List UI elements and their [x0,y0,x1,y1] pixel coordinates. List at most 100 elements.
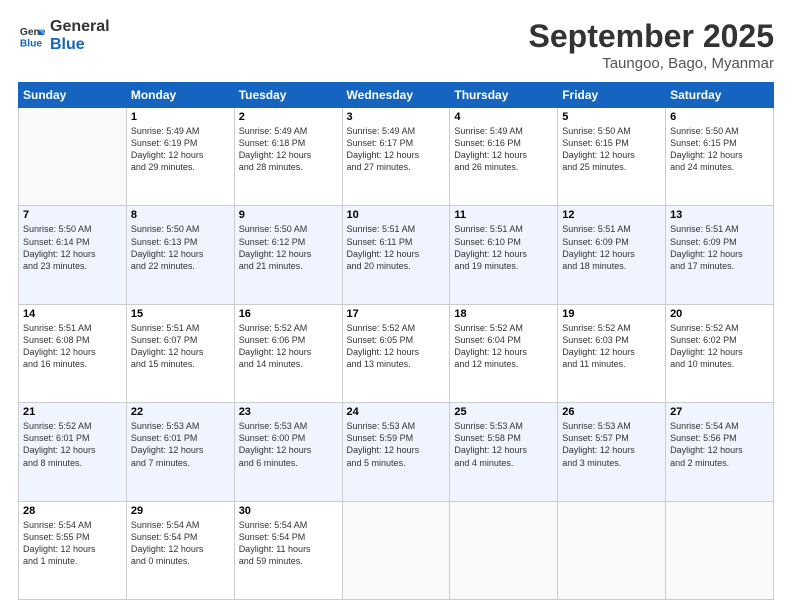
day-number: 2 [239,111,338,123]
table-row: 19 Sunrise: 5:52 AM Sunset: 6:03 PM Dayli… [558,304,666,402]
table-row: 2 Sunrise: 5:49 AM Sunset: 6:18 PM Daylig… [234,108,342,206]
table-row [450,501,558,599]
day-number: 17 [347,308,446,320]
day-number: 3 [347,111,446,123]
table-row [342,501,450,599]
table-row: 22Sunrise: 5:53 AM Sunset: 6:01 PM Dayli… [126,403,234,501]
day-info: Sunrise: 5:51 AM Sunset: 6:10 PM Dayligh… [454,223,553,272]
day-number: 14 [23,308,122,320]
day-number: 11 [454,209,553,221]
day-info: Sunrise: 5:50 AM Sunset: 6:12 PM Dayligh… [239,223,338,272]
day-number: 1 [131,111,230,123]
day-number: 16 [239,308,338,320]
table-row: 28Sunrise: 5:54 AM Sunset: 5:55 PM Dayli… [19,501,127,599]
day-info: Sunrise: 5:53 AM Sunset: 6:01 PM Dayligh… [131,420,230,469]
day-number: 5 [562,111,661,123]
month-title: September 2025 [529,18,774,55]
table-row: 7Sunrise: 5:50 AM Sunset: 6:14 PM Daylig… [19,206,127,304]
table-row: 11 Sunrise: 5:51 AM Sunset: 6:10 PM Dayli… [450,206,558,304]
day-info: Sunrise: 5:52 AM Sunset: 6:01 PM Dayligh… [23,420,122,469]
day-info: Sunrise: 5:51 AM Sunset: 6:08 PM Dayligh… [23,322,122,371]
table-row: 25Sunrise: 5:53 AM Sunset: 5:58 PM Dayli… [450,403,558,501]
table-row: 1 Sunrise: 5:49 AM Sunset: 6:19 PM Daylig… [126,108,234,206]
table-row: 9 Sunrise: 5:50 AM Sunset: 6:12 PM Daylig… [234,206,342,304]
header-tuesday: Tuesday [234,83,342,108]
location: Taungoo, Bago, Myanmar [529,55,774,72]
day-number: 13 [670,209,769,221]
calendar-week-row: 14 Sunrise: 5:51 AM Sunset: 6:08 PM Dayli… [19,304,774,402]
page: General Blue General Blue September 2025… [0,0,792,612]
logo-icon: General Blue [18,22,46,50]
header: General Blue General Blue September 2025… [18,18,774,72]
day-number: 18 [454,308,553,320]
table-row: 4 Sunrise: 5:49 AM Sunset: 6:16 PM Daylig… [450,108,558,206]
day-info: Sunrise: 5:49 AM Sunset: 6:17 PM Dayligh… [347,125,446,174]
table-row: 14 Sunrise: 5:51 AM Sunset: 6:08 PM Dayli… [19,304,127,402]
day-number: 7 [23,209,122,221]
calendar-table: Sunday Monday Tuesday Wednesday Thursday… [18,82,774,600]
day-info: Sunrise: 5:53 AM Sunset: 5:59 PM Dayligh… [347,420,446,469]
day-info: Sunrise: 5:54 AM Sunset: 5:54 PM Dayligh… [131,519,230,568]
calendar-week-row: 1 Sunrise: 5:49 AM Sunset: 6:19 PM Daylig… [19,108,774,206]
day-number: 12 [562,209,661,221]
table-row: 29 Sunrise: 5:54 AM Sunset: 5:54 PM Dayli… [126,501,234,599]
table-row: 8 Sunrise: 5:50 AM Sunset: 6:13 PM Daylig… [126,206,234,304]
day-info: Sunrise: 5:53 AM Sunset: 6:00 PM Dayligh… [239,420,338,469]
day-info: Sunrise: 5:54 AM Sunset: 5:56 PM Dayligh… [670,420,769,469]
calendar-week-row: 21 Sunrise: 5:52 AM Sunset: 6:01 PM Dayli… [19,403,774,501]
day-info: Sunrise: 5:51 AM Sunset: 6:07 PM Dayligh… [131,322,230,371]
calendar-week-row: 7Sunrise: 5:50 AM Sunset: 6:14 PM Daylig… [19,206,774,304]
header-monday: Monday [126,83,234,108]
day-number: 23 [239,406,338,418]
table-row: 12 Sunrise: 5:51 AM Sunset: 6:09 PM Dayli… [558,206,666,304]
svg-text:Blue: Blue [20,38,43,49]
table-row [666,501,774,599]
table-row: 6Sunrise: 5:50 AM Sunset: 6:15 PM Daylig… [666,108,774,206]
day-number: 30 [239,505,338,517]
day-number: 19 [562,308,661,320]
day-number: 24 [347,406,446,418]
day-info: Sunrise: 5:49 AM Sunset: 6:19 PM Dayligh… [131,125,230,174]
table-row: 20 Sunrise: 5:52 AM Sunset: 6:02 PM Dayli… [666,304,774,402]
table-row: 13 Sunrise: 5:51 AM Sunset: 6:09 PM Dayli… [666,206,774,304]
header-sunday: Sunday [19,83,127,108]
logo-blue: Blue [50,36,110,54]
day-info: Sunrise: 5:49 AM Sunset: 6:16 PM Dayligh… [454,125,553,174]
table-row: 24 Sunrise: 5:53 AM Sunset: 5:59 PM Dayli… [342,403,450,501]
table-row: 23 Sunrise: 5:53 AM Sunset: 6:00 PM Dayli… [234,403,342,501]
day-number: 21 [23,406,122,418]
header-wednesday: Wednesday [342,83,450,108]
day-info: Sunrise: 5:52 AM Sunset: 6:06 PM Dayligh… [239,322,338,371]
day-info: Sunrise: 5:53 AM Sunset: 5:57 PM Dayligh… [562,420,661,469]
day-info: Sunrise: 5:52 AM Sunset: 6:04 PM Dayligh… [454,322,553,371]
table-row: 27Sunrise: 5:54 AM Sunset: 5:56 PM Dayli… [666,403,774,501]
table-row: 5 Sunrise: 5:50 AM Sunset: 6:15 PM Daylig… [558,108,666,206]
title-block: September 2025 Taungoo, Bago, Myanmar [529,18,774,72]
day-number: 26 [562,406,661,418]
day-number: 15 [131,308,230,320]
day-info: Sunrise: 5:50 AM Sunset: 6:15 PM Dayligh… [670,125,769,174]
day-info: Sunrise: 5:53 AM Sunset: 5:58 PM Dayligh… [454,420,553,469]
table-row: 16 Sunrise: 5:52 AM Sunset: 6:06 PM Dayli… [234,304,342,402]
day-number: 9 [239,209,338,221]
day-number: 28 [23,505,122,517]
header-friday: Friday [558,83,666,108]
day-info: Sunrise: 5:52 AM Sunset: 6:05 PM Dayligh… [347,322,446,371]
day-info: Sunrise: 5:50 AM Sunset: 6:13 PM Dayligh… [131,223,230,272]
day-info: Sunrise: 5:49 AM Sunset: 6:18 PM Dayligh… [239,125,338,174]
day-info: Sunrise: 5:51 AM Sunset: 6:09 PM Dayligh… [562,223,661,272]
table-row: 15 Sunrise: 5:51 AM Sunset: 6:07 PM Dayli… [126,304,234,402]
day-number: 20 [670,308,769,320]
day-info: Sunrise: 5:52 AM Sunset: 6:03 PM Dayligh… [562,322,661,371]
header-saturday: Saturday [666,83,774,108]
day-info: Sunrise: 5:51 AM Sunset: 6:11 PM Dayligh… [347,223,446,272]
header-thursday: Thursday [450,83,558,108]
table-row [558,501,666,599]
day-number: 4 [454,111,553,123]
day-info: Sunrise: 5:50 AM Sunset: 6:15 PM Dayligh… [562,125,661,174]
day-number: 8 [131,209,230,221]
day-info: Sunrise: 5:51 AM Sunset: 6:09 PM Dayligh… [670,223,769,272]
table-row: 17 Sunrise: 5:52 AM Sunset: 6:05 PM Dayli… [342,304,450,402]
day-number: 29 [131,505,230,517]
day-info: Sunrise: 5:52 AM Sunset: 6:02 PM Dayligh… [670,322,769,371]
